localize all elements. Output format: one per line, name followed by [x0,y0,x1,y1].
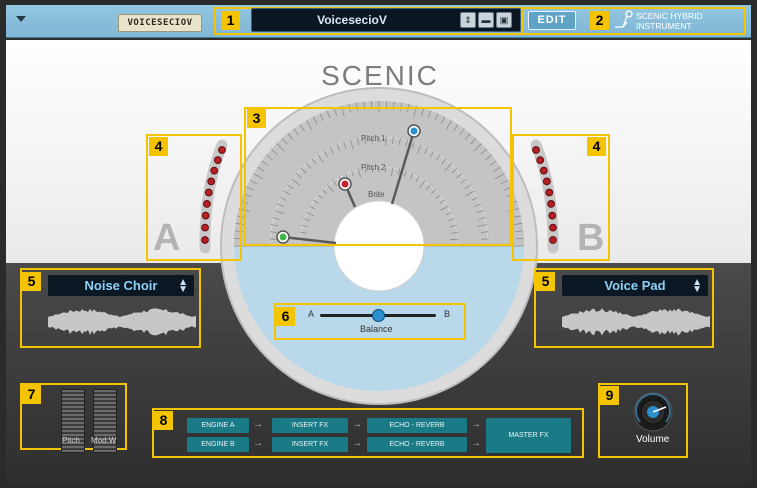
chain-arrow-icon: → [471,419,481,430]
waveform-b [562,308,710,336]
callout-badge-4b: 4 [587,137,606,156]
callout-frame-3 [244,107,512,246]
callout-badge-6: 6 [276,307,295,326]
master-fx-block[interactable]: MASTER FX [486,418,571,453]
sample-label-b: Voice Pad [604,278,666,293]
chain-arrow-icon: → [253,438,263,449]
layer-b-letter: B [577,217,605,259]
callout-badge-9: 9 [600,386,619,405]
modw-label: Mod.W [91,436,117,445]
callout-badge-7: 7 [22,385,41,404]
chain-arrow-icon: → [253,419,263,430]
callout-badge-5b: 5 [536,272,555,291]
app-window: VOICESECIOV 1 VoicesecioV ⇕ ▬ ▣ EDIT 2 S… [0,0,757,488]
balance-right-label: B [444,309,451,319]
sample-name-a[interactable]: Noise Choir ▲ ▼ [48,275,194,296]
layer-a-letter: A [153,217,181,259]
insert-fx-a-block[interactable]: INSERT FX [272,418,348,433]
chain-arrow-icon: → [352,438,362,449]
chain-arrow-icon: → [352,419,362,430]
callout-frame-6 [274,303,466,340]
sample-name-b[interactable]: Voice Pad ▲ ▼ [562,275,708,296]
balance-label: Balance [360,324,393,334]
callout-badge-8: 8 [154,411,173,430]
balance-knob[interactable] [372,309,385,322]
balance-left-label: A [308,309,315,319]
volume-knob[interactable] [630,390,676,432]
insert-fx-b-block[interactable]: INSERT FX [272,437,348,452]
sample-stepper-a-icon[interactable]: ▲ ▼ [178,278,188,295]
callout-badge-4a: 4 [149,137,168,156]
engine-b-block[interactable]: ENGINE B [187,437,249,452]
sample-stepper-b-icon[interactable]: ▲ ▼ [692,278,702,295]
echo-reverb-a-block[interactable]: ECHO - REVERB [367,418,467,433]
chain-arrow-icon: → [471,438,481,449]
sample-label-a: Noise Choir [84,278,158,293]
callout-badge-5a: 5 [22,272,41,291]
pitch-label: Pitch [62,436,80,445]
waveform-a [48,308,196,336]
engine-a-block[interactable]: ENGINE A [187,418,249,433]
echo-reverb-b-block[interactable]: ECHO - REVERB [367,437,467,452]
volume-label: Volume [636,434,670,445]
callout-badge-3: 3 [247,109,266,128]
